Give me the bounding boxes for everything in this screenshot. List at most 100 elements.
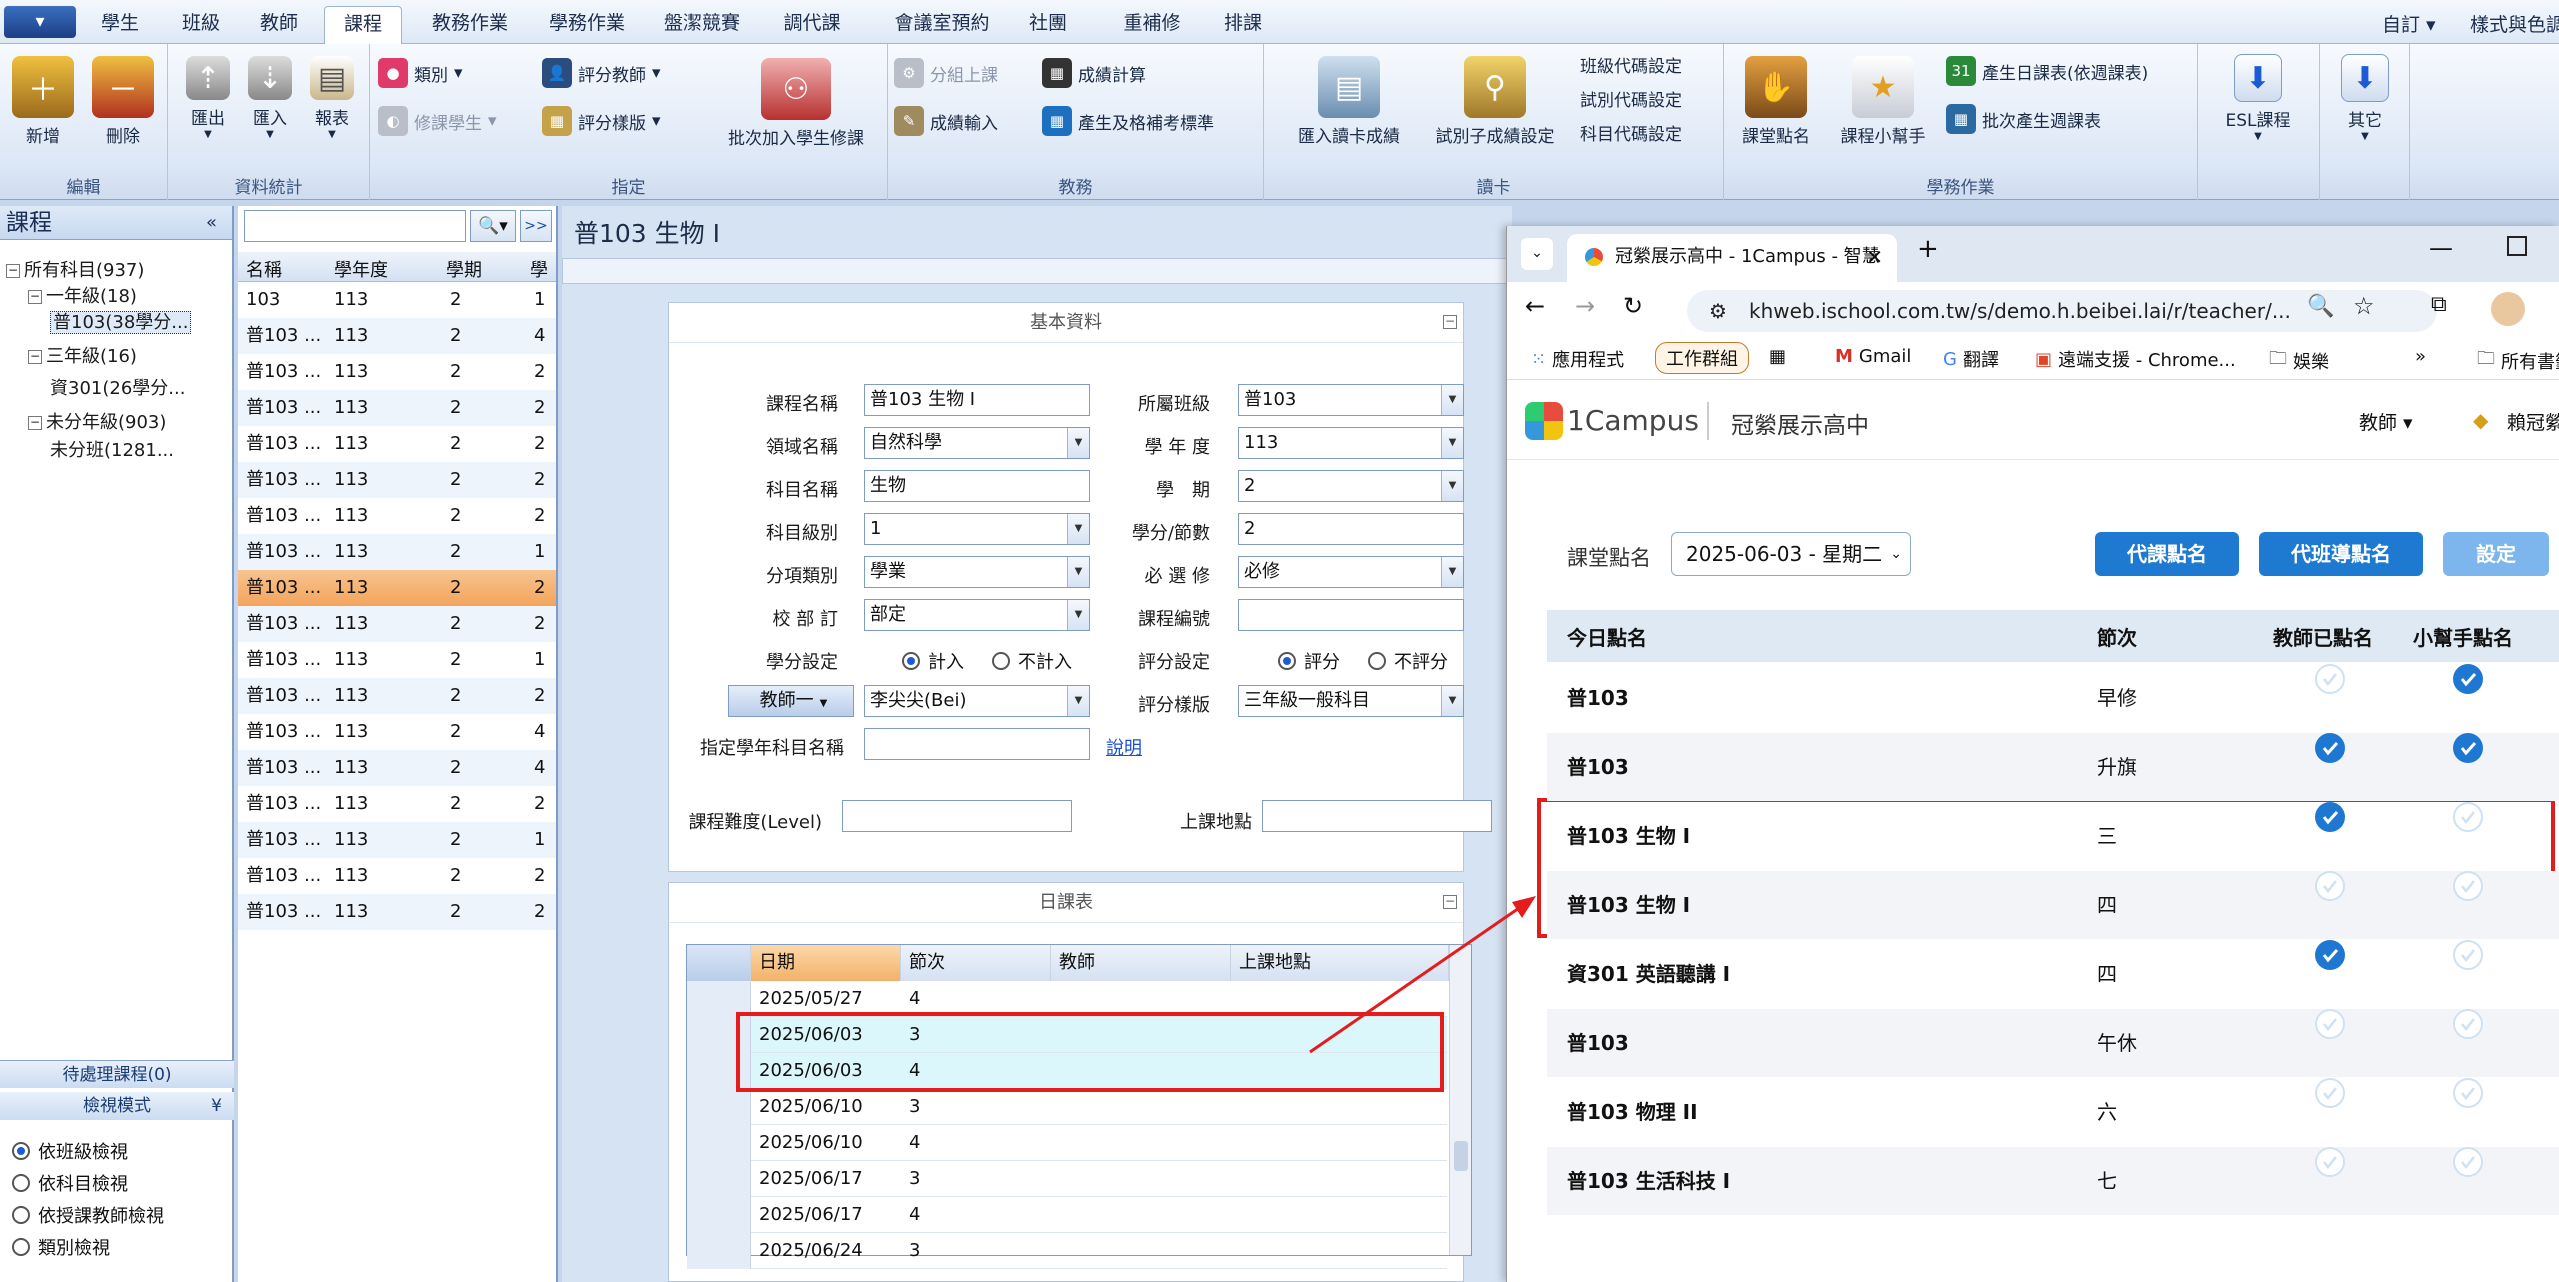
exam-code-button[interactable]: 試別代碼設定: [1580, 86, 1682, 111]
menu-tab[interactable]: 會議室預約: [884, 6, 1000, 44]
teacher-check-icon[interactable]: [2315, 1147, 2345, 1177]
year-subject-input[interactable]: [864, 728, 1090, 760]
semester-select[interactable]: 2 ▼: [1238, 470, 1464, 502]
view-mode-header[interactable]: 檢視模式 ¥: [0, 1092, 234, 1120]
table-row[interactable]: 普103 ... 113 2 2: [238, 426, 556, 462]
subgrade-setup-button[interactable]: ⚲ 試別子成績設定: [1420, 56, 1570, 147]
bookmark-remote[interactable]: ▣ 遠端支援 - Chrome...: [2035, 346, 2236, 372]
app-menu-button[interactable]: ▾: [4, 6, 76, 38]
menu-tab[interactable]: 排課: [1208, 6, 1278, 44]
row-header-cell[interactable]: [687, 1089, 751, 1125]
menu-tab[interactable]: 重補修: [1104, 6, 1200, 44]
bookmark-gmail[interactable]: M Gmail: [1835, 346, 1911, 367]
helper-check-icon[interactable]: [2453, 1078, 2483, 1108]
collapse-panel-icon[interactable]: «: [206, 206, 217, 240]
zoom-icon[interactable]: 🔍: [2307, 294, 2334, 319]
pending-courses[interactable]: 待處理課程(0): [0, 1060, 234, 1088]
roll-call-button[interactable]: ✋ 課堂點名: [1728, 56, 1824, 147]
minimize-icon[interactable]: —: [2429, 234, 2453, 262]
site-info-icon[interactable]: ⚙: [1709, 290, 1727, 332]
customize-menu[interactable]: 自訂 ▾: [2382, 10, 2436, 37]
new-tab-icon[interactable]: +: [1917, 234, 1939, 264]
helper-check-icon[interactable]: [2453, 733, 2483, 763]
view-mode-radio[interactable]: 依授課教師檢視: [12, 1202, 164, 1228]
row-header-cell[interactable]: [687, 1161, 751, 1197]
profile-avatar[interactable]: [2491, 292, 2525, 326]
teacher-check-icon[interactable]: [2315, 1009, 2345, 1039]
course-helper-button[interactable]: ★ 課程小幫手: [1828, 56, 1938, 147]
menu-tab[interactable]: 學務作業: [536, 6, 638, 44]
tab-groups-icon[interactable]: ▦: [1769, 346, 1786, 367]
menu-tab[interactable]: 班級: [166, 6, 236, 44]
col-credit[interactable]: 學: [530, 256, 548, 282]
bookmark-star-icon[interactable]: ☆: [2353, 292, 2375, 320]
search-button[interactable]: 🔍▾: [470, 210, 516, 242]
group-class-button[interactable]: ⚙ 分組上課: [894, 58, 998, 88]
view-mode-radio[interactable]: 類別檢視: [12, 1234, 110, 1260]
tree-node[interactable]: − 三年級(16): [28, 342, 137, 368]
expand-collapse-icon[interactable]: −: [28, 416, 42, 430]
export-button[interactable]: ⇡ 匯出 ▼: [180, 56, 236, 140]
table-row[interactable]: 普103 ... 113 2 1: [238, 642, 556, 678]
sub-rollcall-button[interactable]: 代課點名: [2095, 532, 2239, 576]
search-input[interactable]: [244, 210, 466, 242]
row-header-cell[interactable]: [687, 1197, 751, 1233]
role-menu[interactable]: 教師 ▾: [2359, 408, 2413, 435]
tree-node[interactable]: 未分班(1281...: [50, 436, 174, 462]
modify-students-button[interactable]: ◐ 修課學生 ▾: [378, 106, 497, 136]
eval-template-button[interactable]: ▦ 評分樣版 ▾: [542, 106, 661, 136]
difficulty-input[interactable]: [842, 800, 1072, 832]
import-button[interactable]: ⇣ 匯入 ▼: [242, 56, 298, 140]
table-row[interactable]: 普103 ... 113 2 2: [238, 498, 556, 534]
tree-node[interactable]: − 一年級(18): [28, 282, 137, 308]
teacher-check-icon[interactable]: [2315, 1078, 2345, 1108]
credit-count-radio[interactable]: 計入: [902, 648, 964, 674]
menu-tab[interactable]: 教務作業: [420, 6, 520, 44]
menu-tab[interactable]: 調代課: [764, 6, 860, 44]
rollcall-date-select[interactable]: 2025-06-03 - 星期二 ⌄: [1671, 532, 1911, 576]
style-color-menu[interactable]: 樣式與色調: [2470, 10, 2559, 37]
subject-code-button[interactable]: 科目代碼設定: [1580, 120, 1682, 145]
explain-link[interactable]: 說明: [1106, 734, 1142, 760]
eval-teacher-button[interactable]: 👤 評分教師 ▾: [542, 58, 661, 88]
teacher-check-icon[interactable]: [2315, 940, 2345, 970]
user-name[interactable]: 賴冠縈: [2507, 408, 2559, 435]
table-row[interactable]: 普103 ... 113 2 1: [238, 822, 556, 858]
bookmark-entertainment[interactable]: 🗀 娛樂: [2269, 346, 2329, 376]
eval-no-radio[interactable]: 不評分: [1368, 648, 1448, 674]
menu-tab[interactable]: 課程: [324, 6, 402, 45]
scrollbar-thumb[interactable]: [1454, 1141, 1468, 1171]
required-select[interactable]: 必修 ▼: [1238, 556, 1464, 588]
table-row[interactable]: 普103 ... 113 2 2: [238, 858, 556, 894]
location-input[interactable]: [1262, 800, 1492, 832]
batch-weekly-button[interactable]: ▦ 批次產生週課表: [1946, 104, 2101, 134]
sub-homeroom-button[interactable]: 代班導點名: [2259, 532, 2423, 576]
eval-yes-radio[interactable]: 評分: [1278, 648, 1340, 674]
helper-check-icon[interactable]: [2453, 802, 2483, 832]
dropdown-arrow-icon[interactable]: ▼: [1441, 471, 1463, 501]
tree-node[interactable]: 普103(38學分...: [50, 308, 192, 334]
menu-tab[interactable]: 教師: [246, 6, 312, 44]
table-row[interactable]: 普103 ... 113 2 4: [238, 714, 556, 750]
expand-collapse-icon[interactable]: −: [6, 264, 20, 278]
credit-input[interactable]: 2: [1238, 513, 1464, 545]
helper-check-icon[interactable]: [2453, 1009, 2483, 1039]
table-row[interactable]: 普103 ... 113 2 2: [238, 570, 556, 606]
eval-template-select[interactable]: 三年級一般科目 ▼: [1238, 685, 1464, 717]
table-row[interactable]: 2025/06/17 4: [687, 1197, 1447, 1233]
course-code-input[interactable]: [1238, 599, 1464, 631]
tree-node[interactable]: 資301(26學分...: [50, 374, 185, 400]
dropdown-arrow-icon[interactable]: ▼: [1441, 557, 1463, 587]
table-row[interactable]: 103 113 2 1: [238, 282, 556, 318]
table-row[interactable]: 普103 ... 113 2 2: [238, 894, 556, 930]
col-year[interactable]: 學年度: [334, 256, 388, 282]
delete-button[interactable]: － 刪除: [88, 56, 158, 147]
view-mode-radio[interactable]: 依科目檢視: [12, 1170, 128, 1196]
menu-tab[interactable]: 社團: [1010, 6, 1086, 44]
close-tab-icon[interactable]: ✕: [1866, 234, 1883, 280]
bookmark-apps[interactable]: ⁙ 應用程式: [1531, 346, 1624, 372]
settings-button[interactable]: 設定: [2443, 532, 2549, 576]
teacher-slot-button[interactable]: 教師一 ▼: [728, 685, 854, 717]
class-select[interactable]: 普103 ▼: [1238, 384, 1464, 416]
gen-standard-button[interactable]: ▦ 產生及格補考標準: [1042, 106, 1214, 136]
